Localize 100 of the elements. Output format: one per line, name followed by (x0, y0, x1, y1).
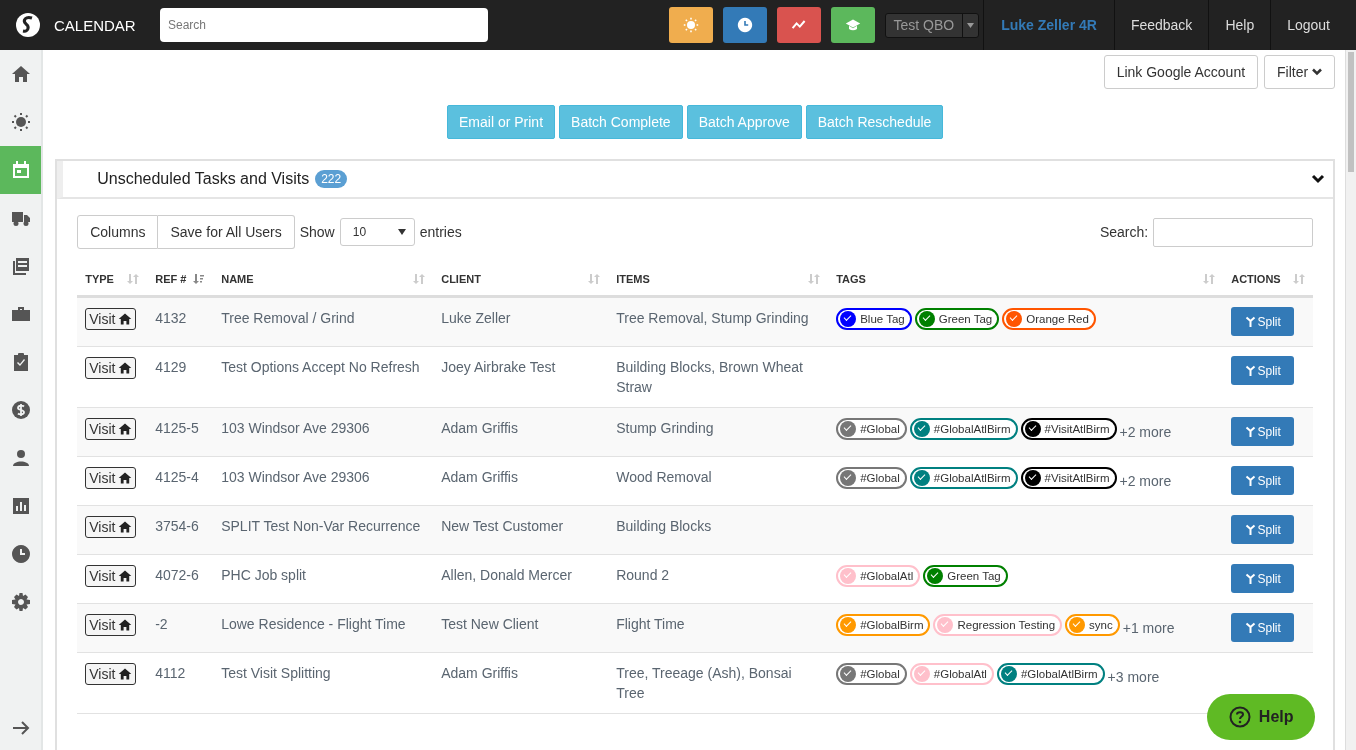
name-cell: Test Visit Splitting (221, 665, 331, 681)
toolbar-button[interactable]: Columns (77, 215, 159, 249)
caret-icon (967, 22, 975, 28)
items-cell: Stump Grinding (616, 420, 714, 436)
column-header[interactable]: CLIENT (441, 273, 481, 285)
column-header[interactable]: NAME (221, 273, 254, 285)
sun-icon (10, 112, 31, 132)
calendar-icon (10, 160, 31, 180)
column-header[interactable]: ACTIONS (1231, 273, 1281, 285)
visit-button[interactable]: Visit (85, 418, 137, 440)
clock-icon (736, 17, 753, 33)
logo-icon[interactable] (14, 11, 42, 39)
name-cell: Test Options Accept No Refresh (221, 359, 420, 375)
search-label: Search: (1099, 224, 1149, 240)
tag-label: #GlobalAtl (836, 565, 921, 587)
collapse-button[interactable] (1311, 174, 1326, 184)
tag-label: #GlobalAtl (909, 663, 994, 685)
scrollbar-thumb[interactable] (1348, 52, 1355, 172)
visit-button[interactable]: Visit (85, 516, 137, 538)
caret-icon (397, 229, 406, 235)
ref-cell: 4072-6 (155, 567, 199, 583)
split-icon (1244, 316, 1256, 327)
search-field[interactable]: Search (160, 8, 488, 42)
nav-link[interactable]: Help (1208, 0, 1271, 50)
column-header[interactable]: TYPE (85, 273, 114, 285)
more-tags-text: +2 more (1119, 472, 1172, 491)
trend-button[interactable] (776, 7, 821, 43)
name-cell: SPLIT Test Non-Var Recurrence (221, 518, 421, 534)
help-button[interactable]: Help (1207, 694, 1316, 740)
panel-title: Unscheduled Tasks and Visits (97, 170, 310, 188)
split-button[interactable]: Split (1231, 515, 1295, 544)
client-cell: Allen, Donald Mercer (441, 567, 572, 583)
client-cell: Luke Zeller (441, 310, 511, 326)
name-cell: 103 Windsor Ave 29306 (221, 420, 370, 436)
ref-cell: 4125-5 (155, 420, 199, 436)
cap-icon (844, 17, 861, 33)
more-tags-text: +2 more (1119, 423, 1172, 442)
filter-button[interactable]: Filter (1264, 55, 1336, 89)
dollar-icon (10, 400, 31, 420)
items-cell: Building Blocks (616, 518, 712, 534)
tag-label: Green Tag (923, 565, 1008, 587)
sun-icon (682, 17, 699, 33)
company-select[interactable]: Test QBO (884, 12, 980, 38)
table-search-field[interactable] (1153, 217, 1314, 247)
app-title: CALENDAR (54, 16, 137, 34)
sort-icon[interactable] (193, 273, 206, 285)
column-header[interactable]: REF # (155, 273, 187, 285)
split-button[interactable]: Split (1231, 307, 1295, 336)
split-button[interactable]: Split (1231, 564, 1295, 593)
items-cell: Round 2 (616, 567, 670, 583)
split-button[interactable]: Split (1231, 613, 1295, 642)
chevron-down-icon (1312, 68, 1323, 76)
tag-label: #VisitAtlBirm (1020, 418, 1117, 440)
visit-button[interactable]: Visit (85, 565, 137, 587)
split-icon (1244, 573, 1256, 584)
tag-label: #Global (836, 467, 907, 489)
client-cell: Test New Client (441, 616, 539, 632)
ref-cell: 4129 (155, 359, 187, 375)
split-icon (1244, 475, 1256, 486)
clock-button[interactable] (722, 7, 767, 43)
sun-button[interactable] (668, 7, 713, 43)
split-button[interactable]: Split (1231, 356, 1295, 385)
home-icon (118, 471, 133, 485)
split-button[interactable]: Split (1231, 417, 1295, 446)
chart-icon (10, 496, 31, 516)
link-account-button[interactable]: Link Google Account (1103, 55, 1259, 89)
nav-link[interactable]: Feedback (1113, 0, 1209, 50)
cap-button[interactable] (830, 7, 875, 43)
split-icon (1244, 426, 1256, 437)
column-header[interactable]: ITEMS (616, 273, 650, 285)
tag-label: #GlobalAtlBirm (909, 467, 1018, 489)
entries-label: entries (419, 224, 462, 240)
expand-arrow-icon[interactable] (11, 721, 30, 735)
home-icon (10, 64, 31, 84)
book-icon (10, 256, 31, 276)
more-tags-text: +3 more (1107, 668, 1160, 687)
column-header[interactable]: TAGS (836, 273, 866, 285)
page-size-select[interactable]: 10 (339, 218, 415, 246)
tag-label: #GlobalAtlBirm (909, 418, 1018, 440)
visit-button[interactable]: Visit (85, 357, 137, 379)
ref-cell: 4112 (155, 665, 186, 681)
tag-label: #Global (836, 418, 907, 440)
tag-label: Orange Red (1002, 308, 1096, 330)
ref-cell: -2 (155, 616, 168, 632)
ref-cell: 4132 (155, 310, 187, 326)
name-cell: 103 Windsor Ave 29306 (221, 469, 370, 485)
name-cell: PHC Job split (221, 567, 306, 583)
items-cell: Tree Removal, Stump Grinding (616, 310, 809, 326)
tag-label: #GlobalAtlBirm (996, 663, 1105, 685)
visit-button[interactable]: Visit (85, 614, 137, 636)
client-cell: Joey Airbrake Test (441, 359, 556, 375)
visit-button[interactable]: Visit (85, 467, 137, 489)
visit-button[interactable]: Visit (85, 663, 137, 685)
tag-label: Blue Tag (836, 308, 912, 330)
visit-button[interactable]: Visit (85, 308, 137, 330)
split-button[interactable]: Split (1231, 466, 1295, 495)
count-badge: 222 (315, 170, 348, 188)
items-cell: Wood Removal (616, 469, 712, 485)
tag-label: #GlobalBirm (836, 614, 931, 636)
toolbar-button[interactable]: Save for All Users (158, 215, 295, 249)
